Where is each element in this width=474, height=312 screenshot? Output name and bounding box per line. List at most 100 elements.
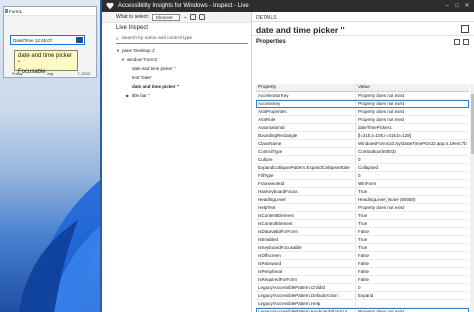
property-row[interactable]: AccessKey Property does not exist <box>256 100 469 108</box>
highlight-toggle-icon[interactable] <box>461 25 469 33</box>
property-row[interactable]: IsContentElement True <box>256 212 469 220</box>
date-time-picker[interactable]: DatetTime 12:45:07 <box>10 35 85 45</box>
tree-item[interactable]: ▶ title bar '' <box>116 91 251 100</box>
property-row[interactable]: FillType 0 <box>256 172 469 180</box>
property-row[interactable]: ClassName WindowsForms10.SysDateTimePick3… <box>256 140 469 148</box>
maximize-icon[interactable]: □ <box>452 0 462 11</box>
date-time-picker-value: DatetTime 12:45:07 <box>13 38 53 43</box>
property-row[interactable]: Culture 0 <box>256 156 469 164</box>
property-name: ControlType <box>256 148 356 155</box>
form1-titlebar[interactable]: Form1 <box>4 7 96 16</box>
chevron-down-icon[interactable]: ⌄ <box>183 14 187 20</box>
tree-item[interactable]: ▼ window 'Form1' <box>116 55 251 64</box>
property-name: Culture <box>256 156 356 163</box>
tree-item[interactable]: date and time picker '' <box>116 64 251 73</box>
tree-item[interactable]: text 'Date' <box>116 73 251 82</box>
property-row[interactable]: IsPeripheral False <box>256 268 469 276</box>
close-icon[interactable]: ✕ <box>462 0 472 11</box>
what-to-select-label: What to select: <box>116 14 150 20</box>
inspect-title: Accessibility Insights for Windows - Ins… <box>118 3 249 9</box>
form1-title: Form1 <box>9 9 23 14</box>
property-row[interactable]: HelpText Property does not exist <box>256 204 469 212</box>
inspect-window[interactable]: Accessibility Insights for Windows - Ins… <box>101 0 474 312</box>
column-header-property[interactable]: Property <box>256 84 356 91</box>
column-header-value[interactable]: Value <box>356 84 469 91</box>
property-row[interactable]: LegacyIAccessiblePattern.DefaultAction Ex… <box>256 292 469 300</box>
chevron-down-icon[interactable]: ▼ <box>121 57 125 62</box>
minimize-icon[interactable]: – <box>442 0 452 11</box>
property-row[interactable]: HeadingLevel HeadingLevel_None (80050) <box>256 196 469 204</box>
chevron-down-icon[interactable]: ▼ <box>116 48 120 53</box>
property-row[interactable]: IsRequiredForForm False <box>256 276 469 284</box>
property-name: IsDataValidForForm <box>256 228 356 235</box>
tree-item[interactable]: date and time picker ''⋯ <box>116 82 363 91</box>
calendar-day: Friday <box>12 72 23 76</box>
what-to-select-dropdown[interactable]: Element <box>152 13 181 21</box>
property-row[interactable]: ControlType ComboBox(50003) <box>256 148 469 156</box>
property-value: 0 <box>358 173 361 178</box>
tree-item-label: date and time picker '' <box>132 66 176 71</box>
property-row[interactable]: LegacyIAccessiblePattern.KeyboardShortcu… <box>256 308 469 312</box>
tree-item[interactable]: ▼ pane 'Desktop 1' <box>116 46 251 55</box>
property-value: 0 <box>358 157 361 162</box>
property-row[interactable]: IsPassword False <box>256 260 469 268</box>
left-pane: What to select: Element ⌄ Live Inspect ⌕… <box>102 12 363 312</box>
property-name: ExpandCollapsePattern.ExpandCollapseStat… <box>256 164 356 171</box>
property-value: Property does not exist <box>358 93 405 98</box>
element-title: date and time picker '' <box>252 22 474 36</box>
properties-title: Properties <box>256 39 286 45</box>
tree-item-label: pane 'Desktop 1' <box>122 48 156 53</box>
property-name: IsContentElement <box>256 212 356 219</box>
search-icon: ⌕ <box>116 36 119 42</box>
element-tree[interactable]: ▼ pane 'Desktop 1' ▼ window 'Form1' date and… <box>102 46 363 100</box>
property-row[interactable]: IsEnabled True <box>256 236 469 244</box>
property-value: False <box>358 253 370 258</box>
accessibility-insights-logo-icon <box>106 2 114 10</box>
property-row[interactable]: BoundingRectangle [l=215,t=105,r=415,b=12… <box>256 132 469 140</box>
property-value: False <box>358 277 370 282</box>
chevron-right-icon[interactable]: ▶ <box>126 93 130 98</box>
property-name: IsEnabled <box>256 236 356 243</box>
calendar-icon[interactable] <box>76 37 83 43</box>
property-row[interactable]: AutomationId dateTimePicker1 <box>256 124 469 132</box>
property-row[interactable]: IsControlElement True <box>256 220 469 228</box>
property-value: 0 <box>358 285 361 290</box>
property-name: HasKeyboardFocus <box>256 188 356 195</box>
property-name: AriaProperties <box>256 108 356 115</box>
target-icon[interactable] <box>190 14 197 20</box>
property-value: Property does not exist <box>358 109 405 114</box>
property-value: True <box>358 213 368 218</box>
property-row[interactable]: LegacyIAccessiblePattern.Help <box>256 300 469 308</box>
tree-item-label: date and time picker '' <box>132 84 179 89</box>
form1-window[interactable]: Form1 DatetTime 12:45:07 date and time p… <box>3 6 97 78</box>
property-row[interactable]: IsOffscreen False <box>256 252 469 260</box>
property-value: Collapsed <box>358 165 379 170</box>
filter-icon[interactable] <box>463 39 469 45</box>
calendar-month: July <box>46 72 54 76</box>
property-value: Property does not exist <box>358 117 405 122</box>
property-name: FrameworkId <box>256 180 356 187</box>
property-name: FillType <box>256 172 356 179</box>
property-row[interactable]: LegacyIAccessiblePattern.ChildId 0 <box>256 284 469 292</box>
selection-toolbar: What to select: Element ⌄ <box>102 12 251 23</box>
property-row[interactable]: FrameworkId WinForm <box>256 180 469 188</box>
inspect-tooltip: date and time picker '' Focusable <box>14 50 78 75</box>
property-row[interactable]: AriaProperties Property does not exist <box>256 108 469 116</box>
inspect-titlebar[interactable]: Accessibility Insights for Windows - Ins… <box>102 0 474 12</box>
property-value <box>356 300 469 307</box>
properties-header: Properties <box>252 36 474 48</box>
property-value: False <box>358 269 370 274</box>
property-row[interactable]: HasKeyboardFocus True <box>256 188 469 196</box>
property-row[interactable]: AriaRole Property does not exist <box>256 116 469 124</box>
tab-details[interactable]: DETAILS <box>252 12 474 22</box>
calendar-row: Friday July 7, 2023 <box>8 72 94 78</box>
property-row[interactable]: IsKeyboardFocusable True <box>256 244 469 252</box>
property-value: WinForm <box>358 181 377 186</box>
property-row[interactable]: IsDataValidForForm False <box>256 228 469 236</box>
property-row[interactable]: ExpandCollapsePattern.ExpandCollapseStat… <box>256 164 469 172</box>
property-row[interactable]: AcceleratorKey Property does not exist <box>256 92 469 100</box>
properties-scrollbar[interactable] <box>470 84 474 312</box>
settings-icon[interactable] <box>454 39 460 45</box>
refresh-icon[interactable] <box>199 14 206 20</box>
tree-search-input[interactable]: ⌕ Search by name and control type <box>116 34 248 44</box>
